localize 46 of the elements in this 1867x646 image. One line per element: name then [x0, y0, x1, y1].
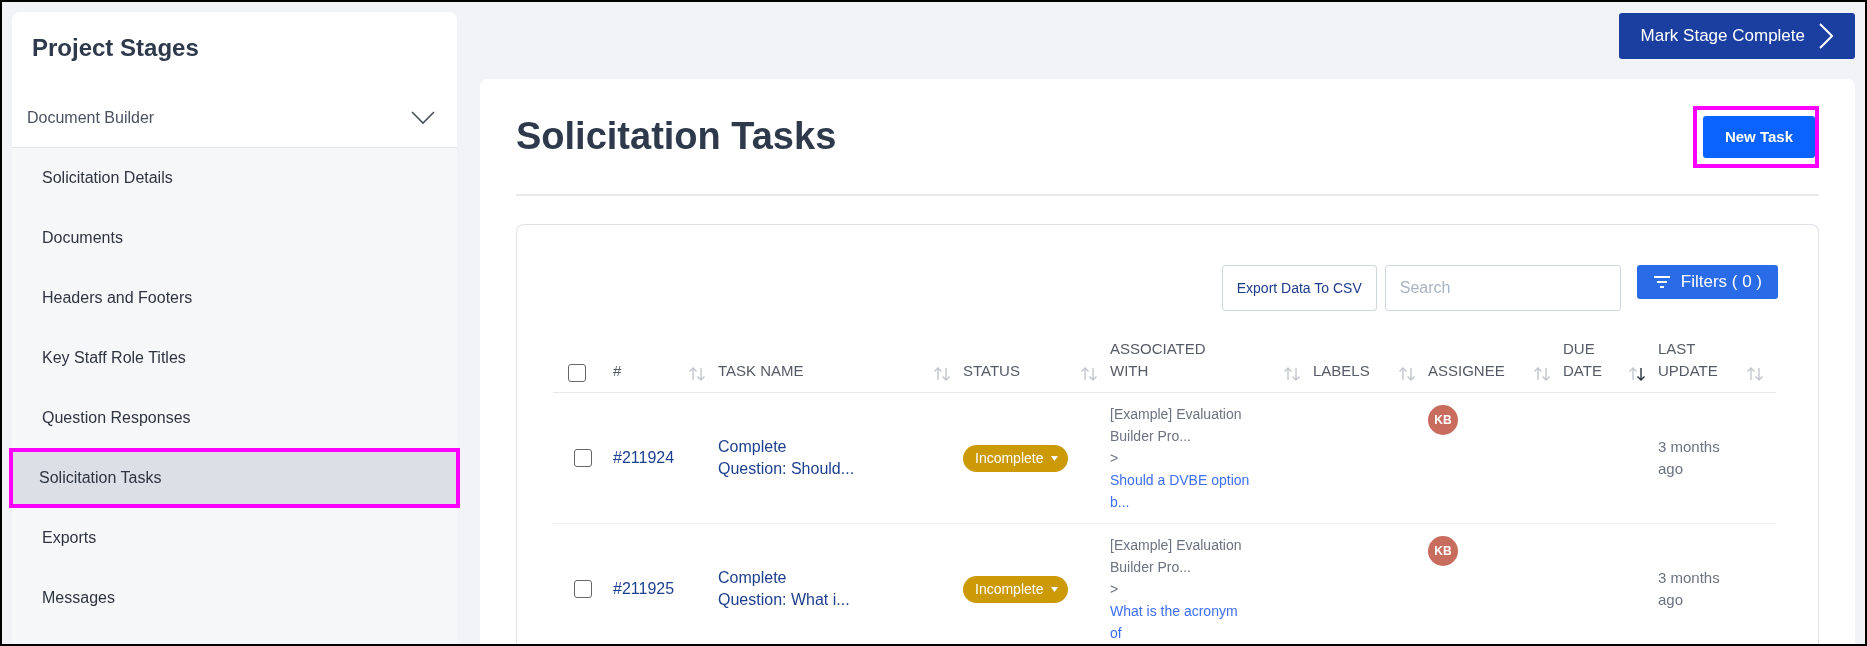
sidebar-item[interactable]: Headers and Footers: [12, 268, 457, 328]
assignee-avatar: KB: [1428, 405, 1458, 435]
section-header[interactable]: Document Builder: [12, 89, 457, 148]
caret-icon: [1051, 455, 1059, 461]
task-id-link[interactable]: #211925: [613, 578, 675, 600]
mark-stage-complete-button[interactable]: Mark Stage Complete: [1618, 13, 1855, 59]
sidebar-item[interactable]: Exports: [12, 508, 457, 568]
select-all-checkbox[interactable]: [568, 364, 586, 382]
column-header: STATUS: [963, 361, 1020, 381]
sidebar-item[interactable]: Question Responses: [12, 388, 457, 448]
new-task-button[interactable]: New Task: [1702, 115, 1815, 158]
sidebar-item[interactable]: Solicitation Tasks: [9, 448, 460, 508]
filter-icon: [1652, 275, 1671, 289]
sort-icon[interactable]: [1628, 366, 1646, 382]
sidebar-item[interactable]: Key Staff Role Titles: [12, 328, 457, 388]
column-header: ASSOCIATED WITH: [1110, 339, 1206, 381]
task-name-link[interactable]: Complete Question: What i...: [718, 567, 850, 611]
last-update-text: 3 months ago: [1658, 568, 1720, 610]
column-header: LABELS: [1313, 361, 1370, 381]
column-header: DUE DATE: [1563, 339, 1602, 381]
sidebar-item[interactable]: Messages: [12, 568, 457, 628]
sidebar-item[interactable]: Solicitation Details: [12, 148, 457, 208]
column-header: #: [613, 361, 622, 381]
search-field[interactable]: Search: [1384, 265, 1621, 311]
assignee-avatar: KB: [1428, 536, 1458, 566]
task-name-link[interactable]: Complete Question: Should...: [718, 436, 855, 480]
column-header: LAST UPDATE: [1658, 339, 1718, 381]
task-id-link[interactable]: #211924: [613, 447, 675, 469]
last-update-text: 3 months ago: [1658, 437, 1720, 479]
filters-button[interactable]: Filters ( 0 ): [1636, 265, 1778, 299]
caret-icon: [1051, 586, 1059, 592]
column-header: TASK NAME: [718, 361, 804, 381]
associated-project: [Example] Evaluation Builder Pro... >: [1110, 536, 1242, 599]
chevron-icon: [411, 111, 435, 125]
chevron-right-icon: [1819, 23, 1833, 49]
sidebar-title: Project Stages: [31, 33, 200, 63]
row-checkbox[interactable]: [574, 580, 592, 598]
section-label: Document Builder: [27, 109, 155, 127]
row-checkbox[interactable]: [574, 449, 592, 467]
column-header: ASSIGNEE: [1428, 361, 1505, 381]
associated-question-link[interactable]: What is the acronym of: [1110, 600, 1242, 644]
page-title: Solicitation Tasks: [516, 115, 837, 158]
associated-question-link[interactable]: Should a DVBE option b...: [1110, 469, 1250, 513]
sidebar-item[interactable]: Documents: [12, 208, 457, 268]
associated-project: [Example] Evaluation Builder Pro... >: [1110, 405, 1243, 468]
export-csv-button[interactable]: Export Data To CSV: [1221, 265, 1377, 311]
